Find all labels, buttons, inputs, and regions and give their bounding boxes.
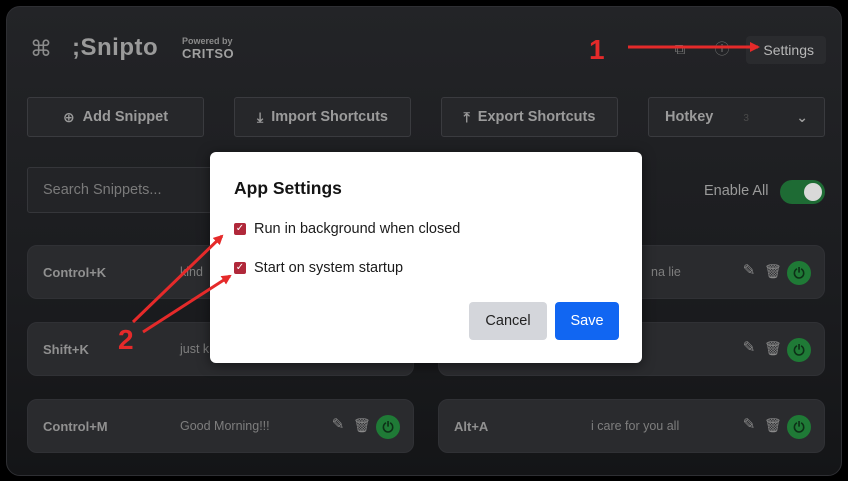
snippet-text: Good Morning!!!: [180, 419, 270, 433]
download-icon: ⤓: [256, 108, 264, 125]
snippet-card: Alt+A i care for you all ✎ 🗑 ⏻: [438, 399, 825, 453]
add-snippet-label: Add Snippet: [82, 109, 169, 125]
company-name: CRITSO: [182, 46, 235, 61]
export-shortcuts-label: Export Shortcuts: [477, 109, 596, 125]
trash-icon[interactable]: 🗑: [353, 416, 371, 434]
snippet-text: na lie: [651, 265, 681, 279]
upload-icon: ⤒: [463, 108, 470, 125]
enable-all-label: Enable All: [704, 183, 769, 199]
annotation-number-2: 2: [118, 324, 134, 355]
toggle-knob: [804, 183, 822, 201]
pencil-icon[interactable]: ✎: [741, 262, 757, 280]
pencil-icon[interactable]: ✎: [741, 339, 757, 357]
export-shortcuts-button[interactable]: ⤒ Export Shortcuts: [441, 97, 618, 137]
snippet-text: just k: [180, 342, 210, 356]
snippet-text: i care for you all: [591, 419, 680, 433]
power-icon[interactable]: ⏻: [787, 338, 811, 362]
annotation-number-1: 1: [589, 34, 605, 65]
run-in-background-checkbox[interactable]: ✓: [234, 223, 246, 235]
start-on-startup-checkbox[interactable]: ✓: [234, 262, 246, 274]
import-shortcuts-label: Import Shortcuts: [271, 109, 388, 125]
trash-icon[interactable]: 🗑: [764, 416, 782, 434]
power-icon[interactable]: ⏻: [787, 261, 811, 285]
hotkey-label: Hotkey: [665, 109, 714, 125]
powered-by-label: Powered by: [182, 36, 233, 46]
info-icon[interactable]: ⓘ: [712, 40, 732, 60]
app-settings-dialog: App Settings ✓ Run in background when cl…: [210, 152, 642, 363]
pencil-icon[interactable]: ✎: [330, 416, 346, 434]
trash-icon[interactable]: 🗑: [764, 339, 782, 357]
import-shortcuts-button[interactable]: ⤓ Import Shortcuts: [234, 97, 411, 137]
snippet-key: Control+K: [43, 265, 107, 280]
snippet-card: Control+M Good Morning!!! ✎ 🗑 ⏻: [27, 399, 414, 453]
save-button[interactable]: Save: [555, 302, 619, 340]
power-icon[interactable]: ⏻: [376, 415, 400, 439]
enable-all-toggle[interactable]: [780, 180, 825, 204]
search-input[interactable]: Search Snippets...: [27, 167, 227, 213]
start-on-startup-label[interactable]: Start on system startup: [254, 260, 403, 276]
settings-button[interactable]: Settings: [746, 36, 826, 64]
cancel-button[interactable]: Cancel: [469, 302, 547, 340]
command-icon: ⌘: [30, 36, 52, 61]
app-name: ;Snipto: [72, 34, 159, 61]
pencil-icon[interactable]: ✎: [741, 416, 757, 434]
snippet-key: Control+M: [43, 419, 108, 434]
snippet-key: Shift+K: [43, 342, 89, 357]
dialog-title: App Settings: [234, 178, 342, 198]
run-in-background-label[interactable]: Run in background when closed: [254, 221, 460, 237]
hotkey-value: 3: [743, 113, 749, 124]
plus-circle-icon: ⊕: [62, 108, 75, 125]
hotkey-select[interactable]: Hotkey 3 ⌄: [648, 97, 825, 137]
external-link-icon[interactable]: ⧉: [670, 40, 690, 60]
power-icon[interactable]: ⏻: [787, 415, 811, 439]
snippet-key: Alt+A: [454, 419, 489, 434]
trash-icon[interactable]: 🗑: [764, 262, 782, 280]
snippet-text: kind: [180, 265, 203, 279]
chevron-down-icon: ⌄: [796, 108, 808, 125]
add-snippet-button[interactable]: ⊕ Add Snippet: [27, 97, 204, 137]
